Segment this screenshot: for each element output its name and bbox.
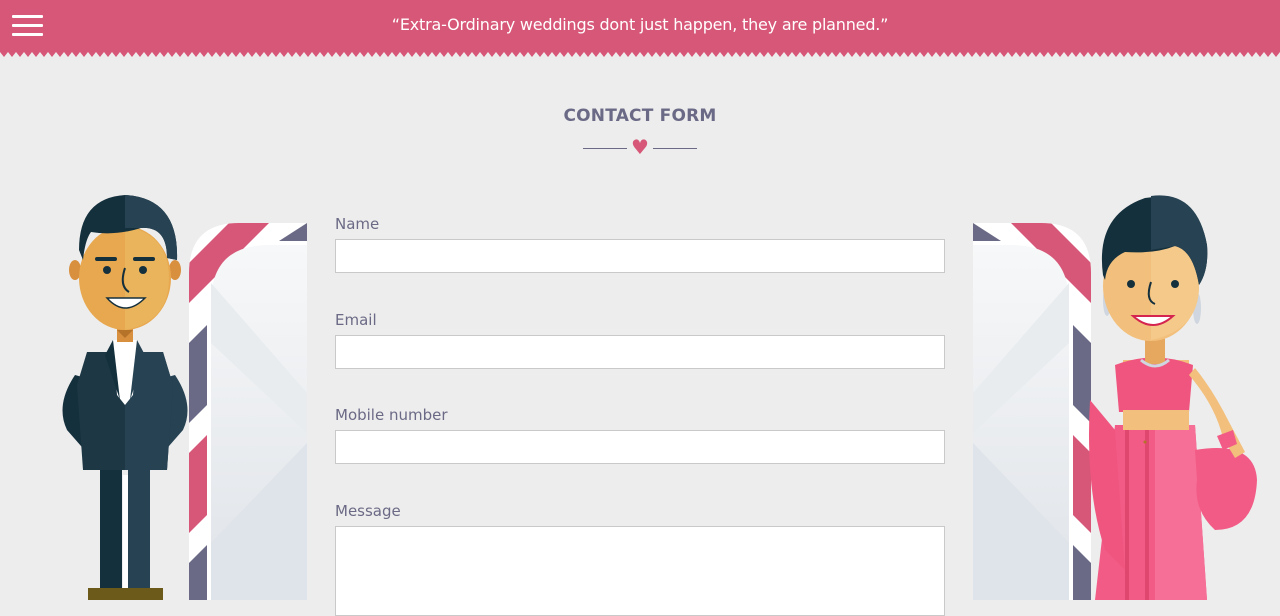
title-divider: ♥ bbox=[583, 135, 697, 159]
message-label: Message bbox=[335, 502, 401, 520]
groom-illustration bbox=[62, 195, 188, 600]
name-input[interactable] bbox=[335, 239, 945, 273]
left-envelope-illustration bbox=[189, 223, 307, 600]
mobile-label: Mobile number bbox=[335, 406, 448, 424]
right-envelope-illustration bbox=[973, 223, 1091, 600]
scalloped-edge bbox=[0, 52, 1280, 60]
message-group: Message bbox=[335, 500, 945, 616]
email-group: Email bbox=[335, 309, 945, 369]
heart-icon: ♥ bbox=[631, 135, 649, 159]
bride-illustration bbox=[1089, 195, 1257, 600]
mobile-group: Mobile number bbox=[335, 404, 945, 464]
email-input[interactable] bbox=[335, 335, 945, 369]
tagline-quote: “Extra-Ordinary weddings dont just happe… bbox=[391, 15, 889, 34]
message-textarea[interactable] bbox=[335, 526, 945, 616]
top-banner: “Extra-Ordinary weddings dont just happe… bbox=[0, 0, 1280, 52]
name-group: Name bbox=[335, 213, 945, 273]
page-title: CONTACT FORM bbox=[563, 106, 717, 126]
email-label: Email bbox=[335, 311, 377, 329]
name-label: Name bbox=[335, 215, 380, 233]
mobile-input[interactable] bbox=[335, 430, 945, 464]
